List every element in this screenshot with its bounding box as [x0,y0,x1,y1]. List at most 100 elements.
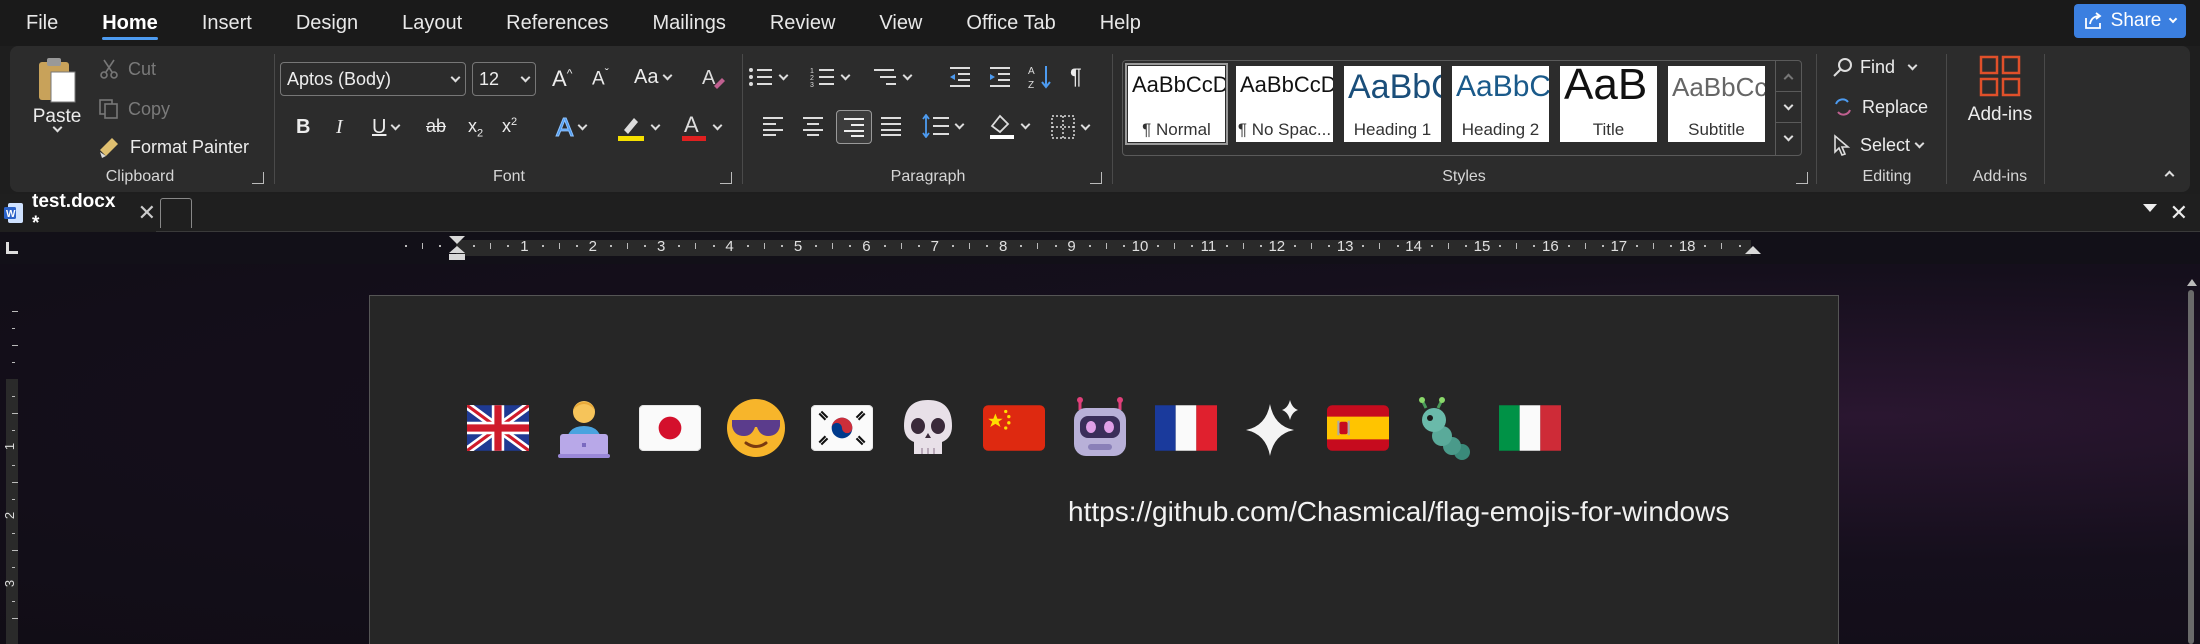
technologist-icon [552,396,616,460]
close-window-button[interactable]: ✕ [2170,200,2188,226]
document-tab-bar: W test.docx * ✕ ✕ [0,191,2200,234]
bullets-button[interactable] [748,66,789,88]
svg-text:1: 1 [810,68,814,75]
right-indent-marker-icon[interactable] [1744,246,1762,265]
superscript-icon: x2 [502,116,518,136]
align-right-icon [843,117,865,137]
menu-help[interactable]: Help [1078,0,1163,46]
align-left-button[interactable] [762,116,784,136]
paragraph-group-label: Paragraph [890,168,966,185]
ruler-tick [1704,245,1707,247]
decrease-indent-button[interactable] [948,66,972,88]
ruler-tick [849,245,852,247]
sort-button[interactable]: AZ [1028,64,1054,90]
highlight-button[interactable] [616,112,661,142]
vruler-tick [12,532,15,534]
tab-selector-icon[interactable] [6,242,18,254]
document-tab-label: test.docx * [32,191,116,234]
numbering-button[interactable]: 123 [810,66,851,88]
menu-layout[interactable]: Layout [380,0,484,46]
superscript-button[interactable]: x2 [502,116,517,137]
ruler-scale[interactable]: 1 2 3 4 5 6 7 8 9 10 11 12 13 14 15 16 17 18 [360,236,1840,260]
vruler-tick [12,396,15,398]
menu-references[interactable]: References [484,0,630,46]
styles-launcher-icon[interactable] [1796,172,1808,184]
svg-text:A: A [1028,66,1035,77]
justify-button[interactable] [880,116,902,136]
borders-button[interactable] [1050,114,1091,140]
collapse-ribbon-button[interactable] [2160,166,2175,181]
ruler-tick [1105,243,1107,249]
change-case-button[interactable]: Aa [634,66,673,89]
vertical-scrollbar[interactable] [2182,264,2200,644]
ruler-number: 16 [1542,238,1559,255]
menu-insert[interactable]: Insert [180,0,274,46]
bold-button[interactable]: B [296,116,310,139]
subscript-button[interactable]: x2 [468,116,483,140]
close-tab-icon[interactable]: ✕ [138,200,156,226]
paste-button[interactable]: Paste [26,56,88,133]
menu-file[interactable]: File [0,0,80,46]
scrollbar-thumb[interactable] [2188,290,2194,644]
cut-button[interactable]: Cut [98,58,156,80]
ruler-number: 5 [793,238,803,255]
paragraph-launcher-icon[interactable] [1090,172,1102,184]
find-button[interactable]: Find [1832,56,1918,78]
grow-font-button[interactable]: A^ [552,66,572,92]
ruler-tick [473,245,476,247]
menu-review[interactable]: Review [748,0,858,46]
shading-icon [988,112,1016,140]
format-painter-button[interactable]: Format Painter [98,136,249,158]
line-spacing-button[interactable] [922,114,965,138]
caterpillar-icon [1412,396,1476,460]
text-effects-button[interactable]: A [555,112,588,143]
copy-button[interactable]: Copy [98,98,170,120]
strikethrough-button[interactable]: ab [426,116,446,137]
font-color-button[interactable]: A [680,112,723,142]
clear-formatting-button[interactable]: A [700,64,726,90]
vruler-tick [12,464,15,466]
replace-button[interactable]: Replace [1832,96,1928,118]
cursor-icon [1832,134,1852,156]
ruler-tick [1293,245,1296,247]
align-right-button[interactable] [836,110,872,144]
menu-design[interactable]: Design [274,0,380,46]
new-tab-button[interactable] [160,198,192,228]
flag-uk-icon [466,396,530,460]
underline-button[interactable]: U [372,116,401,139]
menu-view[interactable]: View [857,0,944,46]
chevron-down-icon [520,72,531,82]
select-button[interactable]: Select [1832,134,1925,156]
menu-office-tab[interactable]: Office Tab [944,0,1077,46]
italic-button[interactable]: I [336,116,343,139]
document-page[interactable]: https://github.com/Chasmical/flag-emojis… [369,295,1839,644]
ruler-tick [883,245,886,247]
addins-button[interactable]: Add-ins [1962,54,2038,126]
menu-mailings[interactable]: Mailings [630,0,747,46]
separator [1946,54,1947,184]
chevron-down-icon [1907,60,1918,70]
share-button[interactable]: Share [2074,4,2186,38]
font-name-select[interactable]: Aptos (Body) [280,62,466,96]
clipboard-launcher-icon[interactable] [252,172,264,184]
font-launcher-icon[interactable] [720,172,732,184]
font-size-value: 12 [479,68,500,89]
url-text[interactable]: https://github.com/Chasmical/flag-emojis… [1068,496,1729,528]
indent-marker-icon[interactable] [448,236,466,265]
document-tab[interactable]: W test.docx * ✕ [0,191,156,234]
increase-indent-button[interactable] [988,66,1012,88]
menu-home[interactable]: Home [80,0,180,46]
shrink-font-button[interactable]: Aˇ [592,66,609,90]
share-icon [2084,12,2104,30]
sort-icon: AZ [1028,64,1054,90]
chevron-down-icon [840,70,851,80]
shading-button[interactable] [988,112,1031,140]
align-center-button[interactable] [802,116,824,136]
font-size-select[interactable]: 12 [472,62,536,96]
ruler-tick [627,243,628,249]
highlight-icon [616,112,646,142]
ruler-tick [1225,245,1228,247]
multilevel-list-button[interactable] [872,66,913,88]
show-formatting-button[interactable]: ¶ [1070,64,1082,90]
tab-list-button[interactable] [2142,202,2158,214]
